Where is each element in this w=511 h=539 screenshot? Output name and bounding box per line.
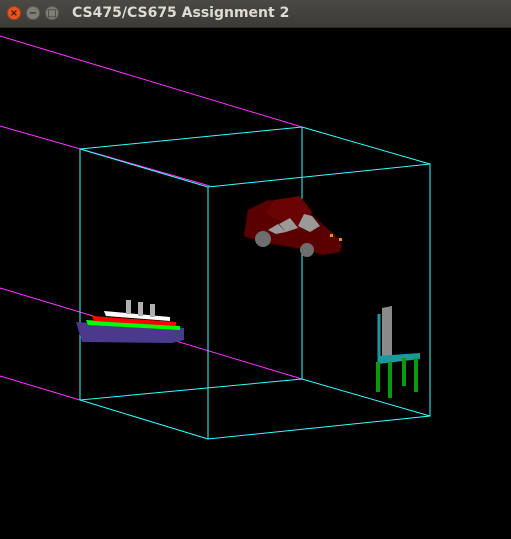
scene-canvas[interactable]: [0, 28, 511, 539]
wireframe-box: [79, 126, 431, 440]
frustum-line-top-left: [0, 35, 303, 128]
car-model: [243, 196, 343, 257]
chair-leg-3: [402, 358, 406, 386]
car-wheel-front: [300, 243, 314, 257]
window-title: CS475/CS675 Assignment 2: [72, 5, 290, 21]
maximize-button[interactable]: □: [45, 6, 59, 20]
car-headlight: [330, 234, 333, 237]
frustum-line-bottom-right: [0, 375, 81, 401]
ship-chimney-2: [138, 302, 143, 316]
car-wheel-rear: [255, 231, 271, 247]
ship-chimney-3: [150, 304, 155, 317]
app-window: × − □ CS475/CS675 Assignment 2: [0, 0, 511, 539]
box-front-face: [207, 163, 431, 440]
minimize-button[interactable]: −: [26, 6, 40, 20]
box-edge-tr: [301, 126, 431, 165]
title-bar[interactable]: × − □ CS475/CS675 Assignment 2: [0, 0, 511, 28]
car-headlight-2: [339, 238, 342, 241]
box-edge-bl: [79, 399, 209, 440]
box-edge-br: [301, 378, 431, 417]
chair-model: [376, 306, 420, 398]
chair-leg-4: [414, 358, 418, 392]
chair-back-panel: [382, 306, 392, 362]
opengl-viewport[interactable]: [0, 28, 511, 539]
box-back-face: [79, 126, 303, 401]
ship-model: [76, 300, 184, 343]
ship-chimney-1: [126, 300, 131, 314]
close-button[interactable]: ×: [7, 6, 21, 20]
chair-leg-2: [388, 362, 392, 398]
chair-leg-1: [376, 362, 380, 392]
box-edge-tl: [79, 148, 209, 188]
